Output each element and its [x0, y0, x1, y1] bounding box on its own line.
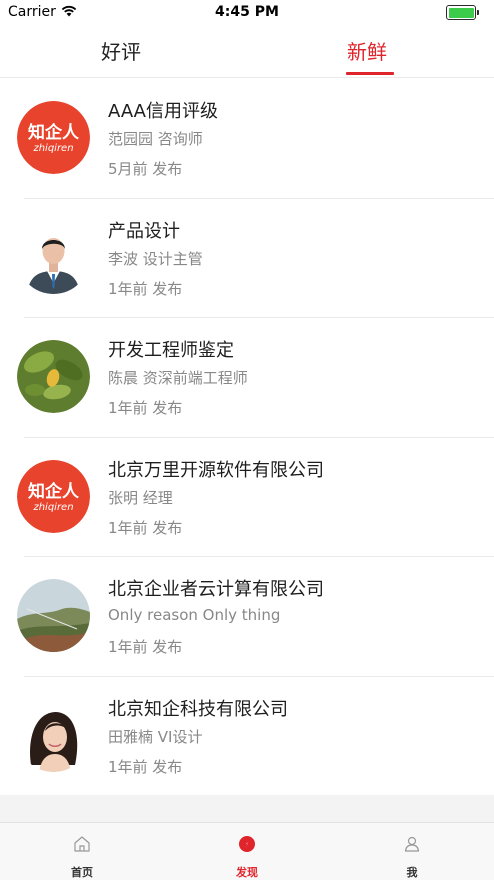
- tabbar-item-me[interactable]: 我: [330, 823, 494, 880]
- item-time: 1年前 发布: [108, 638, 183, 656]
- tab-good-reviews[interactable]: 好评: [101, 36, 141, 65]
- list-item[interactable]: 知企人 zhiqiren AAA信用评级 范园园 咨询师 5月前 发布: [0, 79, 494, 199]
- item-title: 北京万里开源软件有限公司: [108, 459, 324, 481]
- top-tabs: 好评 新鲜: [0, 26, 494, 78]
- logo-subtext: zhiqiren: [32, 143, 73, 154]
- user-icon: [404, 836, 420, 852]
- logo-text: 知企人: [27, 481, 80, 502]
- item-title: 北京企业者云计算有限公司: [108, 579, 324, 600]
- tabbar-label-home: 首页: [71, 866, 93, 879]
- tab-new[interactable]: 新鲜: [347, 36, 387, 65]
- status-bar: Carrier 4:45 PM: [0, 0, 494, 26]
- tabbar-item-discover[interactable]: 发现: [165, 823, 329, 880]
- item-time: 1年前 发布: [108, 399, 183, 417]
- tabbar-label-me: 我: [406, 866, 418, 879]
- businessman-avatar: [17, 220, 90, 294]
- item-title: 北京知企科技有限公司: [108, 698, 288, 720]
- item-title: 产品设计: [108, 220, 180, 242]
- list-item[interactable]: 产品设计 李波 设计主管 1年前 发布: [0, 199, 494, 319]
- clock: 4:45 PM: [215, 4, 279, 20]
- logo-text: 知企人: [27, 122, 80, 143]
- list-item[interactable]: 北京知企科技有限公司 田雅楠 VI设计 1年前 发布: [0, 677, 494, 797]
- woman-avatar: [17, 698, 90, 772]
- item-subtitle: 范园园 咨询师: [108, 130, 203, 148]
- item-subtitle: Only reason Only thing: [108, 606, 281, 624]
- list-item[interactable]: 知企人 zhiqiren 北京万里开源软件有限公司 张明 经理 1年前 发布: [0, 438, 494, 558]
- logo-subtext: zhiqiren: [32, 502, 73, 513]
- compass-icon: [239, 836, 255, 852]
- tab-active-indicator: [346, 72, 394, 75]
- landscape-photo-avatar: [17, 579, 90, 652]
- zhiqiren-logo-avatar: 知企人 zhiqiren: [17, 101, 90, 174]
- item-subtitle: 陈晨 资深前端工程师: [108, 369, 248, 387]
- bottom-tab-bar: 首页 发现 我: [0, 822, 494, 880]
- item-time: 5月前 发布: [108, 160, 183, 178]
- review-list: 知企人 zhiqiren AAA信用评级 范园园 咨询师 5月前 发布 产品设计…: [0, 79, 494, 796]
- tabbar-item-home[interactable]: 首页: [0, 823, 164, 880]
- battery-icon: [446, 5, 479, 20]
- item-subtitle: 李波 设计主管: [108, 249, 203, 268]
- list-item[interactable]: 开发工程师鉴定 陈晨 资深前端工程师 1年前 发布: [0, 318, 494, 438]
- item-title: 开发工程师鉴定: [108, 340, 234, 361]
- leaf-photo-avatar: [17, 340, 90, 413]
- home-icon: [74, 836, 90, 852]
- item-time: 1年前 发布: [108, 279, 183, 298]
- item-title: AAA信用评级: [108, 101, 218, 122]
- list-item[interactable]: 北京企业者云计算有限公司 Only reason Only thing 1年前 …: [0, 557, 494, 677]
- item-time: 1年前 发布: [108, 757, 183, 776]
- zhiqiren-logo-avatar: 知企人 zhiqiren: [17, 459, 90, 533]
- item-subtitle: 田雅楠 VI设计: [108, 727, 203, 746]
- list-footer-spacer: [0, 795, 494, 822]
- tabbar-label-discover: 发现: [236, 866, 258, 879]
- item-subtitle: 张明 经理: [108, 488, 173, 507]
- item-time: 1年前 发布: [108, 518, 183, 537]
